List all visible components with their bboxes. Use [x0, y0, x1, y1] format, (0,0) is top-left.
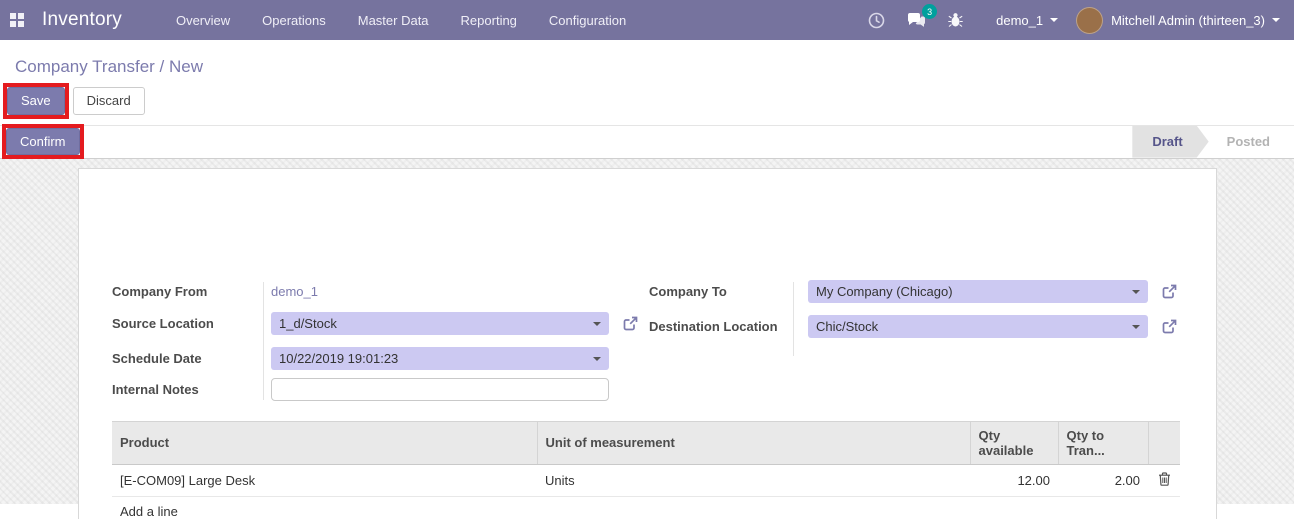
activities-clock-icon[interactable]: [857, 12, 896, 29]
user-menu[interactable]: Mitchell Admin (thirteen_3): [1076, 7, 1280, 34]
app-title[interactable]: Inventory: [42, 9, 122, 31]
field-company-from: Company From demo_1: [112, 280, 649, 303]
schedule-date-value: 10/22/2019 19:01:23: [279, 351, 398, 366]
add-line-row: Add a line: [112, 496, 1180, 519]
apps-menu-icon[interactable]: [0, 0, 34, 40]
cell-product[interactable]: [E-COM09] Large Desk: [112, 464, 537, 496]
menu-reporting[interactable]: Reporting: [445, 0, 533, 40]
field-schedule-date: Schedule Date 10/22/2019 19:01:23: [112, 347, 649, 371]
form-statusbar: Confirm Draft Posted: [0, 125, 1294, 159]
clock-icon: [868, 12, 885, 29]
stage-draft[interactable]: Draft: [1132, 126, 1208, 158]
source-location-external-link-icon[interactable]: [622, 315, 639, 332]
company-to-value: My Company (Chicago): [816, 284, 953, 299]
chevron-down-icon: [1050, 18, 1058, 22]
destination-location-value: Chic/Stock: [816, 319, 878, 334]
form-group-right: Company To My Company (Chicago): [649, 280, 1179, 402]
destination-location-external-link-icon[interactable]: [1161, 318, 1178, 335]
header-product[interactable]: Product: [112, 421, 537, 464]
chevron-down-icon: [1272, 18, 1280, 22]
source-location-label: Source Location: [112, 316, 263, 331]
annotation-box-confirm: Confirm: [2, 124, 84, 160]
caret-down-icon: [1132, 325, 1140, 329]
source-location-select[interactable]: 1_d/Stock: [271, 312, 609, 335]
company-from-value[interactable]: demo_1: [271, 284, 318, 299]
annotation-box-save: Save: [3, 83, 69, 119]
top-navbar: Inventory Overview Operations Master Dat…: [0, 0, 1294, 40]
caret-down-icon: [593, 322, 601, 326]
systray: 3 demo_1 Mitchell Admin (thirteen_3): [857, 7, 1294, 34]
debug-icon[interactable]: [937, 12, 974, 28]
destination-location-label: Destination Location: [649, 319, 793, 334]
company-name: demo_1: [996, 13, 1043, 28]
cell-qty-to-transfer[interactable]: 2.00: [1058, 464, 1148, 496]
cell-qty-available[interactable]: 12.00: [970, 464, 1058, 496]
schedule-date-select[interactable]: 10/22/2019 19:01:23: [271, 347, 609, 370]
odoo-window: Inventory Overview Operations Master Dat…: [0, 0, 1294, 519]
menu-overview[interactable]: Overview: [160, 0, 246, 40]
breadcrumb[interactable]: Company Transfer / New: [15, 57, 203, 76]
control-panel: Company Transfer / New: [0, 40, 1294, 83]
save-button[interactable]: Save: [7, 87, 65, 115]
internal-notes-label: Internal Notes: [112, 382, 263, 397]
transfer-lines-table: Product Unit of measurement Qty availabl…: [112, 421, 1179, 519]
field-internal-notes: Internal Notes: [112, 378, 649, 402]
confirm-button[interactable]: Confirm: [6, 128, 80, 156]
schedule-date-label: Schedule Date: [112, 351, 263, 366]
internal-notes-input[interactable]: [271, 378, 609, 401]
messages-icon[interactable]: 3: [896, 12, 937, 28]
form-buttons-row: Save Discard: [0, 83, 1294, 125]
statusbar-stages: Draft Posted: [1132, 126, 1294, 158]
menu-master-data[interactable]: Master Data: [342, 0, 445, 40]
company-to-select[interactable]: My Company (Chicago): [808, 280, 1148, 303]
main-menu: Overview Operations Master Data Reportin…: [160, 0, 642, 40]
header-qty-available[interactable]: Qty available: [970, 421, 1058, 464]
company-to-external-link-icon[interactable]: [1161, 283, 1178, 300]
source-location-value: 1_d/Stock: [279, 316, 337, 331]
company-to-label: Company To: [649, 284, 793, 299]
stage-posted[interactable]: Posted: [1209, 126, 1294, 158]
field-company-to: Company To My Company (Chicago): [649, 280, 1179, 304]
field-destination-location: Destination Location Chic/Stock: [649, 315, 1179, 339]
menu-operations[interactable]: Operations: [246, 0, 342, 40]
header-qty-to-transfer[interactable]: Qty to Tran...: [1058, 421, 1148, 464]
message-count-badge: 3: [922, 4, 937, 19]
table-row[interactable]: [E-COM09] Large Desk Units 12.00 2.00: [112, 464, 1180, 496]
trash-icon: [1158, 472, 1171, 486]
company-from-label: Company From: [112, 284, 263, 299]
grid-icon: [10, 13, 25, 28]
table-header-row: Product Unit of measurement Qty availabl…: [112, 421, 1180, 464]
cell-uom[interactable]: Units: [537, 464, 970, 496]
field-source-location: Source Location 1_d/Stock: [112, 312, 649, 336]
discard-button[interactable]: Discard: [73, 87, 145, 115]
avatar: [1076, 7, 1103, 34]
bug-icon: [948, 12, 963, 28]
caret-down-icon: [1132, 290, 1140, 294]
menu-configuration[interactable]: Configuration: [533, 0, 642, 40]
delete-line-button[interactable]: [1148, 464, 1180, 496]
form-sheet: Company From demo_1 Source Location 1_d/…: [78, 168, 1217, 519]
caret-down-icon: [593, 357, 601, 361]
user-name: Mitchell Admin (thirteen_3): [1111, 13, 1265, 28]
form-view-background: Company From demo_1 Source Location 1_d/…: [0, 159, 1294, 504]
destination-location-select[interactable]: Chic/Stock: [808, 315, 1148, 338]
header-uom[interactable]: Unit of measurement: [537, 421, 970, 464]
form-field-groups: Company From demo_1 Source Location 1_d/…: [112, 280, 1179, 402]
add-a-line-link[interactable]: Add a line: [112, 496, 1180, 519]
company-switcher[interactable]: demo_1: [996, 13, 1058, 28]
header-actions: [1148, 421, 1180, 464]
form-group-left: Company From demo_1 Source Location 1_d/…: [112, 280, 649, 402]
